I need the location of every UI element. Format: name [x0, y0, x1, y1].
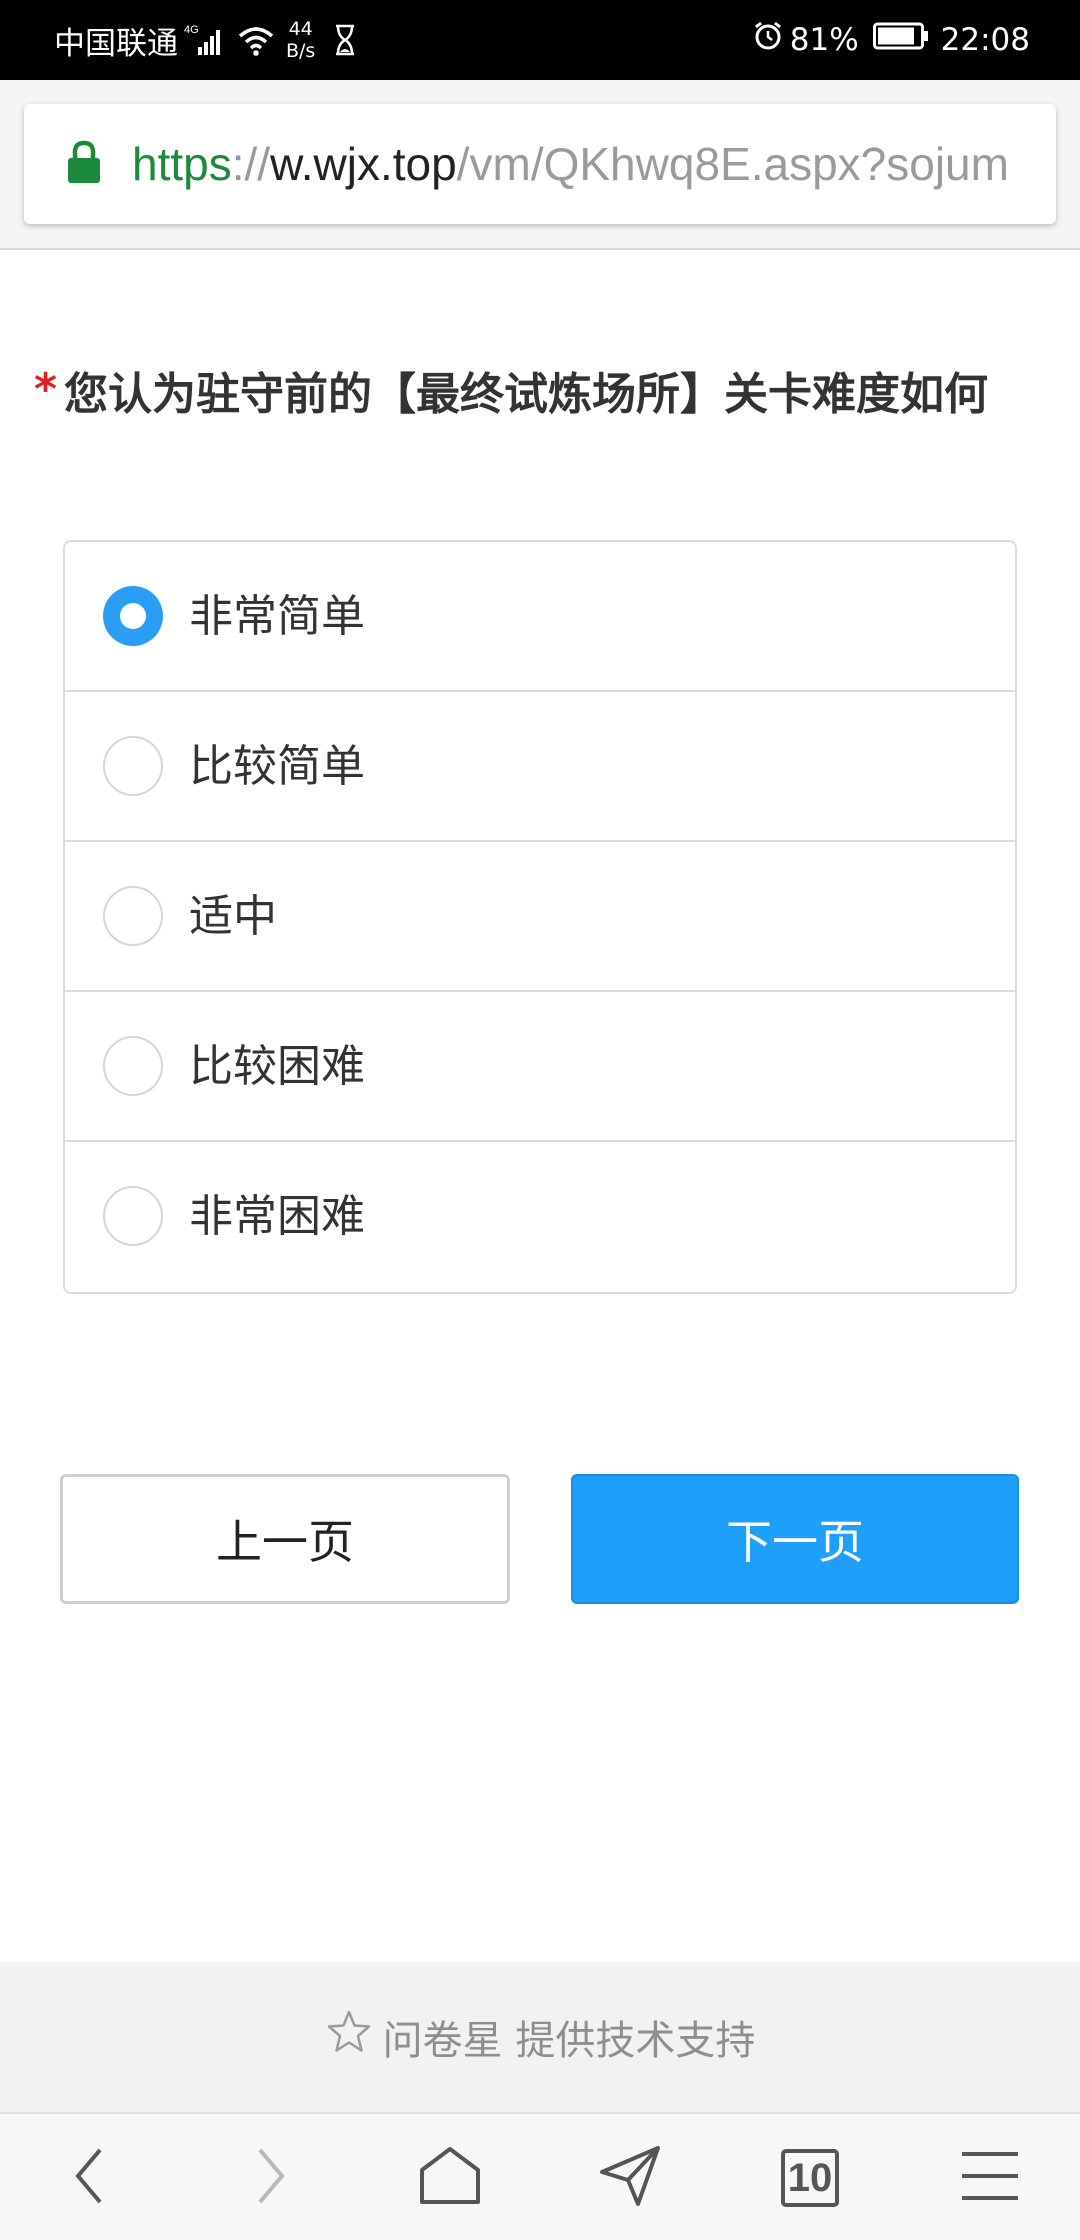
hourglass-icon: [333, 24, 357, 56]
prev-page-button[interactable]: 上一页: [60, 1474, 510, 1604]
back-button[interactable]: [30, 2114, 150, 2240]
signal-icon: 4G: [184, 23, 226, 57]
network-type: 4G: [184, 24, 199, 36]
address-bar[interactable]: https://w.wjx.top/vm/QKhwq8E.aspx?sojum: [24, 104, 1056, 224]
home-icon: [418, 2146, 482, 2210]
option-row[interactable]: 非常困难: [65, 1142, 1015, 1292]
hamburger-menu-icon: [960, 2150, 1020, 2206]
powered-by-footer[interactable]: 问卷星 提供技术支持: [0, 1962, 1080, 2112]
forward-button[interactable]: [210, 2114, 330, 2240]
radio-button[interactable]: [103, 1036, 163, 1096]
required-mark: *: [34, 364, 58, 415]
option-label: 适中: [189, 891, 277, 942]
star-icon: [325, 2008, 383, 2066]
browser-nav-bar: 10: [0, 2112, 1080, 2240]
radio-button[interactable]: [103, 586, 163, 646]
url-host: w.wjx.top: [270, 138, 457, 190]
tabs-button[interactable]: 10: [750, 2114, 870, 2240]
chevron-left-icon: [70, 2144, 110, 2212]
question-title: 您认为驻守前的【最终试炼场所】关卡难度如何: [64, 369, 988, 420]
status-left: 中国联通 4G 44 B/s: [54, 0, 357, 80]
battery-percent: 81%: [789, 22, 859, 58]
tab-count: 10: [787, 2155, 833, 2200]
option-row[interactable]: 比较简单: [65, 692, 1015, 842]
option-label: 比较简单: [189, 741, 365, 792]
speed-value: 44: [288, 18, 313, 40]
status-right: 81% 22:08: [752, 0, 1030, 80]
wifi-icon: [236, 24, 276, 56]
option-row[interactable]: 非常简单: [65, 542, 1015, 692]
network-speed: 44 B/s: [286, 18, 315, 62]
menu-button[interactable]: [930, 2114, 1050, 2240]
chevron-right-icon: [250, 2144, 290, 2212]
footer-text: 问卷星 提供技术支持: [382, 2018, 756, 2064]
option-row[interactable]: 适中: [65, 842, 1015, 992]
share-button[interactable]: [570, 2114, 690, 2240]
option-label: 比较困难: [189, 1041, 365, 1092]
url-scheme: https: [132, 138, 232, 190]
url-path: /vm/QKhwq8E.aspx?sojum: [456, 138, 1009, 190]
carrier-name: 中国联通: [54, 25, 178, 62]
clock: 22:08: [940, 22, 1030, 58]
send-icon: [598, 2144, 662, 2212]
status-bar: 中国联通 4G 44 B/s 81% 22:08: [0, 0, 1080, 80]
lock-icon: [66, 140, 102, 188]
options-list: 非常简单 比较简单 适中 比较困难 非常困难: [63, 540, 1017, 1294]
radio-button[interactable]: [103, 886, 163, 946]
battery-icon: [872, 21, 929, 59]
home-button[interactable]: [390, 2114, 510, 2240]
url-separator: ://: [231, 138, 271, 190]
alarm-icon: [752, 20, 784, 60]
speed-unit: B/s: [286, 40, 316, 62]
radio-button[interactable]: [103, 736, 163, 796]
radio-button[interactable]: [103, 1186, 163, 1246]
option-label: 非常简单: [189, 591, 365, 642]
next-page-button[interactable]: 下一页: [571, 1474, 1019, 1604]
option-label: 非常困难: [189, 1191, 365, 1242]
url-text: https://w.wjx.top/vm/QKhwq8E.aspx?sojum: [132, 137, 1009, 191]
option-row[interactable]: 比较困难: [65, 992, 1015, 1142]
browser-toolbar: https://w.wjx.top/vm/QKhwq8E.aspx?sojum: [0, 80, 1080, 250]
